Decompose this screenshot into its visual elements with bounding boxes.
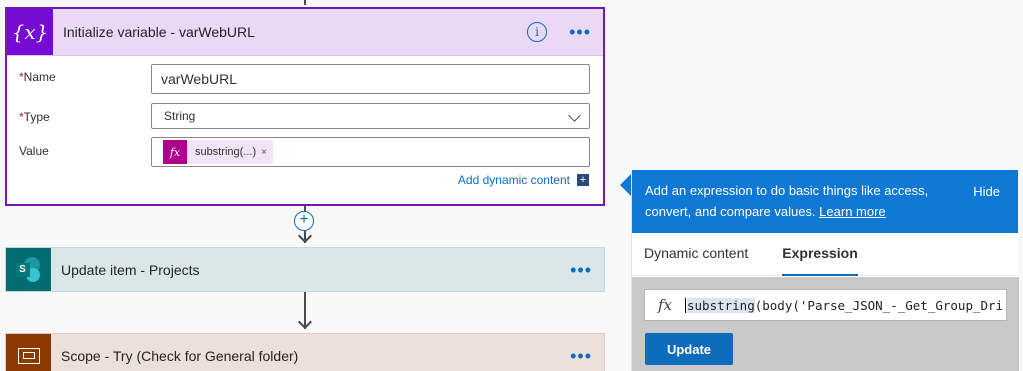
card-header[interactable]: {x} Initialize variable - varWebURL i ••… [7,9,603,56]
add-dynamic-content-label: Add dynamic content [457,173,570,187]
remove-token-icon[interactable]: × [261,147,273,158]
add-dynamic-icon: + [577,174,589,186]
sharepoint-icon: S [6,248,51,291]
name-label: *Name [19,70,56,84]
more-options-icon[interactable]: ••• [570,347,592,365]
type-label: *Type [19,110,50,124]
token-label: substring(...) [195,146,257,158]
tab-dynamic-content[interactable]: Dynamic content [644,245,748,275]
panel-tabs: Dynamic content Expression [632,233,1018,276]
update-item-card[interactable]: S Update item - Projects ••• [5,247,605,292]
expression-text: substring(body('Parse_JSON_-_Get_Group_D… [685,297,1004,313]
more-options-icon[interactable]: ••• [569,23,591,41]
scope-card[interactable]: Scope - Try (Check for General folder) •… [5,333,605,371]
expression-editor-area: fx substring(body('Parse_JSON_-_Get_Grou… [632,277,1019,371]
name-input[interactable]: varWebURL [151,64,590,94]
panel-description: Add an expression to do basic things lik… [645,183,929,219]
card-title: Update item - Projects [61,261,200,278]
panel-info-banner: Add an expression to do basic things lik… [632,170,1018,233]
card-title: Scope - Try (Check for General folder) [61,347,299,364]
chevron-down-icon [568,109,581,122]
tab-expression[interactable]: Expression [782,245,859,276]
type-dropdown[interactable]: String [151,103,590,129]
card-title: Initialize variable - varWebURL [63,24,255,40]
update-button[interactable]: Update [645,333,733,365]
type-value: String [164,109,196,123]
arrow-down-icon [297,314,313,330]
variable-icon: {x} [7,9,53,55]
value-input[interactable]: fx substring(...) × [151,137,590,167]
connector-top [304,0,306,5]
fx-icon: fx [163,140,187,164]
learn-more-link[interactable]: Learn more [819,204,885,219]
add-step-button[interactable]: + [294,211,314,231]
expression-token[interactable]: fx substring(...) × [163,140,273,164]
more-options-icon[interactable]: ••• [570,261,592,279]
expression-panel: Add an expression to do basic things lik… [631,170,1019,371]
value-label: Value [19,144,49,158]
scope-icon [6,334,51,371]
arrow-down-icon [297,228,313,244]
hide-button[interactable]: Hide [973,181,1000,202]
name-value: varWebURL [161,71,237,87]
fx-icon: fx [657,296,672,314]
info-icon[interactable]: i [527,22,548,42]
initialize-variable-card: {x} Initialize variable - varWebURL i ••… [5,7,605,206]
expression-input[interactable]: fx substring(body('Parse_JSON_-_Get_Grou… [644,289,1007,321]
add-dynamic-content-link[interactable]: Add dynamic content + [458,173,589,187]
